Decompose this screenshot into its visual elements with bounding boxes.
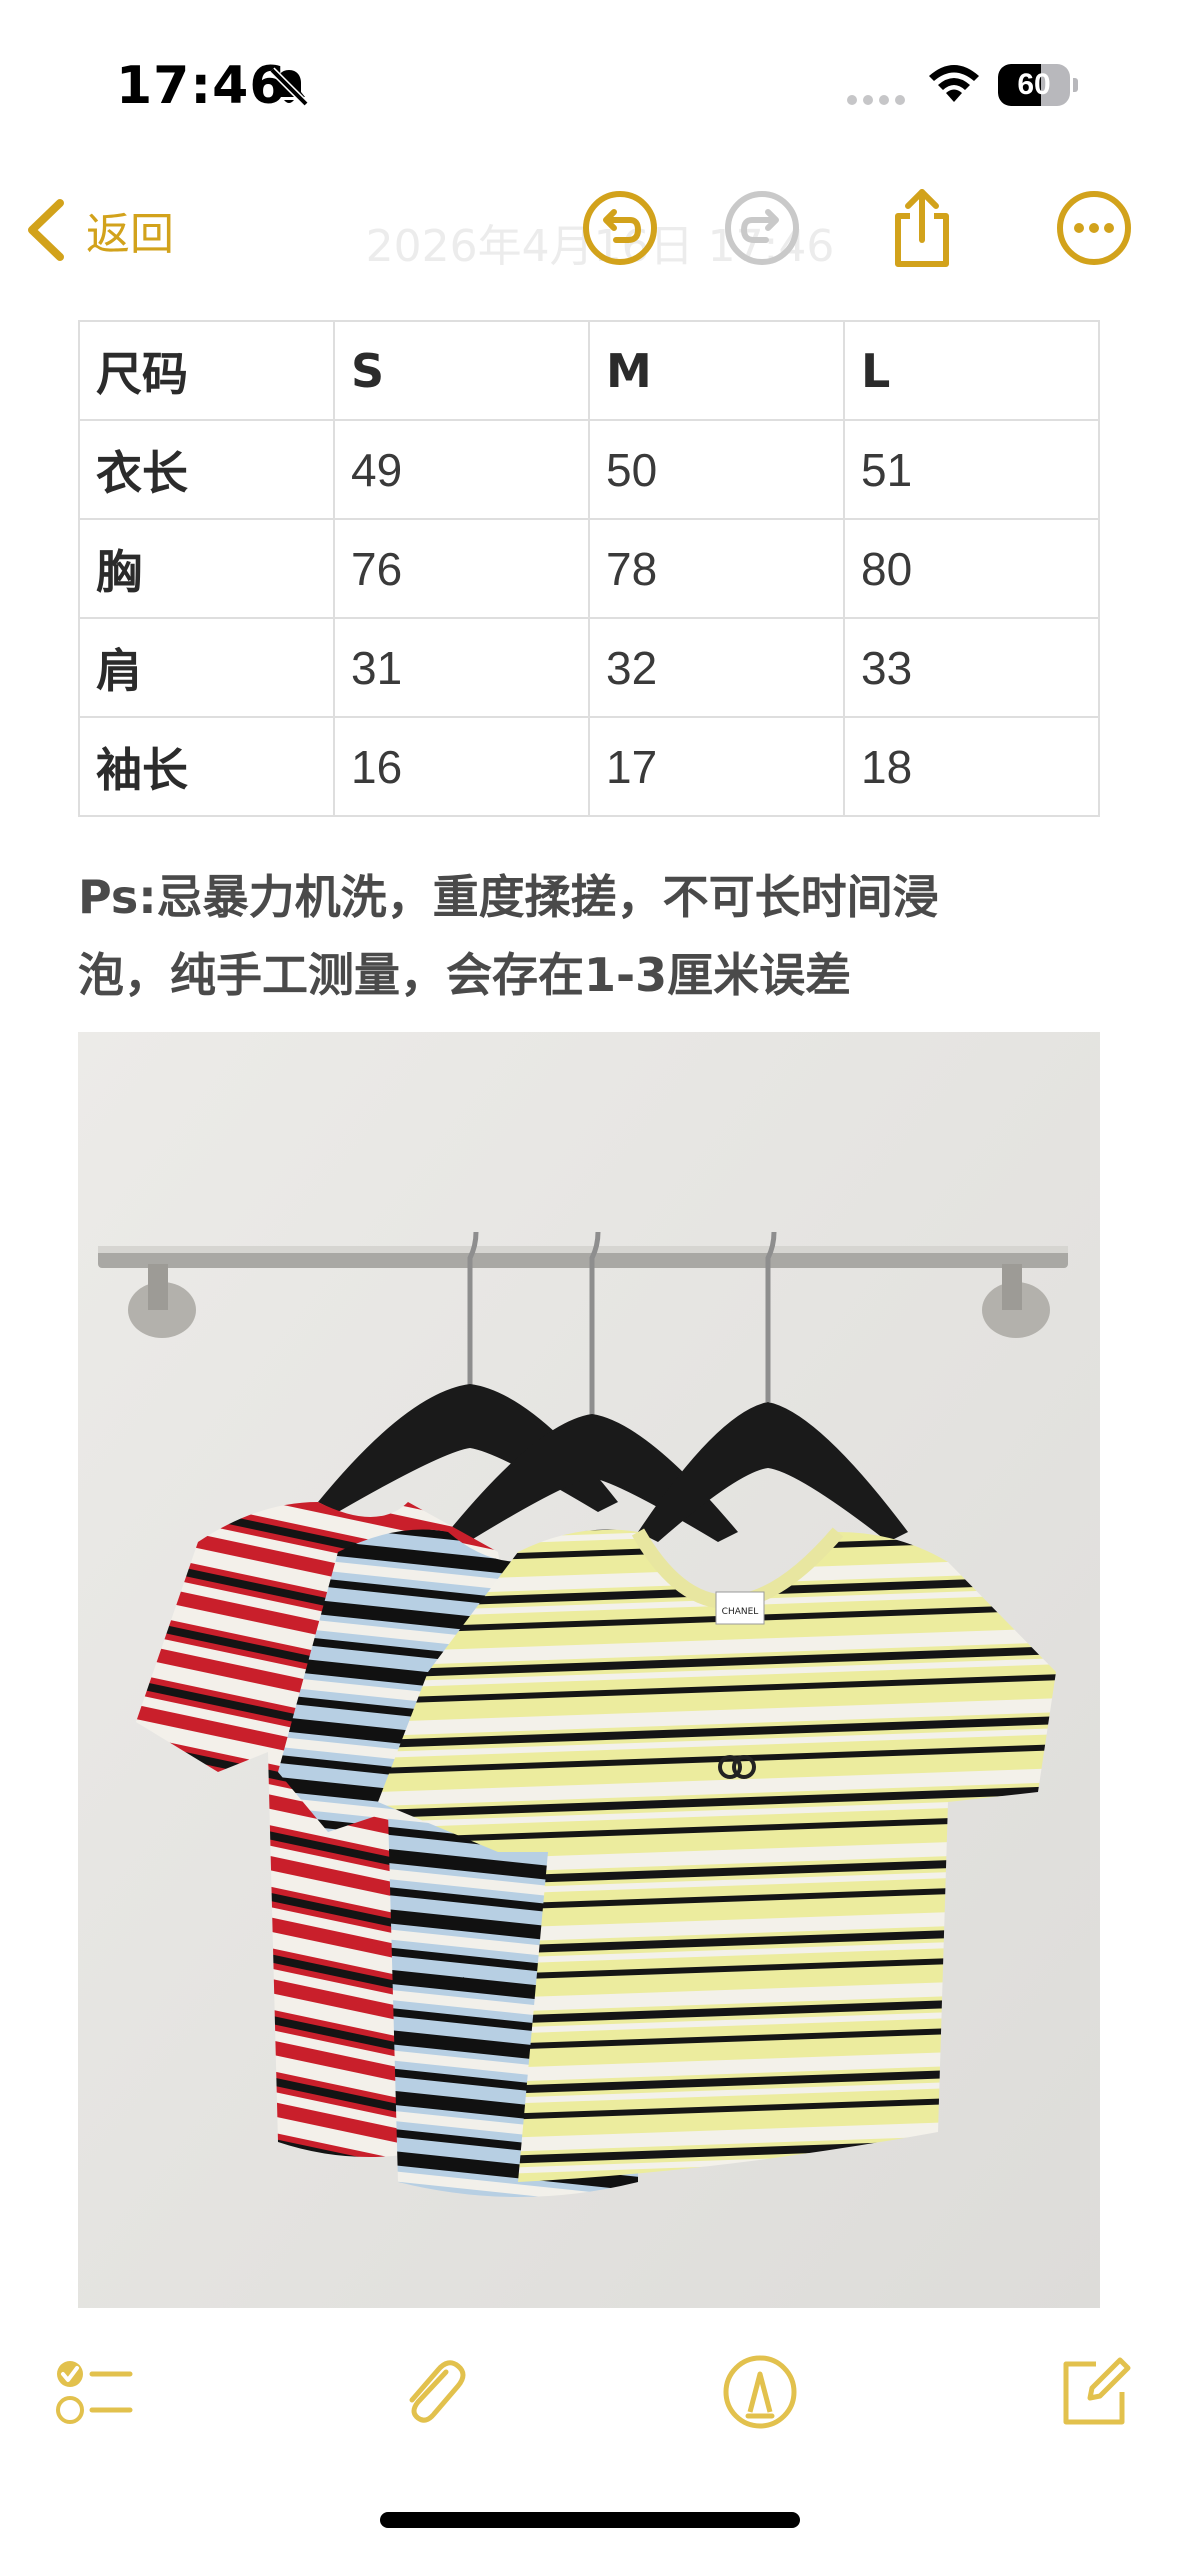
bottom-toolbar [0,2330,1179,2450]
chevron-left-icon [28,199,64,261]
product-photo-drawing: CHANEL [78,1032,1100,2308]
back-label: 返回 [86,209,174,260]
markup-pen-icon[interactable] [718,2350,802,2434]
nav-bar: 返回 2026年4月16日 17:46 [0,170,1179,290]
table-header-cell: L [843,320,1100,421]
home-indicator[interactable] [380,2512,800,2528]
table-row: 袖长 16 17 18 [78,716,1100,817]
table-row: 肩 31 32 33 [78,617,1100,718]
table-cell: 18 [843,716,1100,817]
table-cell: 衣长 [78,419,335,520]
table-cell: 17 [588,716,845,817]
table-cell: 50 [588,419,845,520]
checklist-icon[interactable] [50,2350,134,2434]
product-photo[interactable]: CHANEL [78,1032,1100,2308]
paperclip-icon[interactable] [390,2350,474,2434]
battery-indicator: 60 [998,64,1078,106]
back-button[interactable]: 返回 [22,192,174,268]
table-row: 衣长 49 50 51 [78,419,1100,520]
care-note-line: Ps:忌暴力机洗，重度揉搓，不可长时间浸 [78,870,939,924]
care-note: Ps:忌暴力机洗，重度揉搓，不可长时间浸 泡，纯手工测量，会存在1-3厘米误差 [78,858,1118,1014]
table-cell: 31 [333,617,590,718]
bell-slash-icon [269,67,309,107]
battery-percent: 60 [1017,68,1051,101]
table-cell: 78 [588,518,845,619]
table-cell: 袖长 [78,716,335,817]
compose-icon[interactable] [1052,2350,1136,2434]
status-time: 17:46 [116,56,287,116]
redo-icon[interactable] [720,186,804,270]
table-row: 尺码 S M L [78,320,1100,421]
table-cell: 肩 [78,617,335,718]
table-header-cell: 尺码 [78,320,335,421]
table-cell: 16 [333,716,590,817]
table-header-cell: S [333,320,590,421]
clothing-tag-text: CHANEL [722,1607,759,1617]
share-icon[interactable] [880,186,964,270]
undo-icon[interactable] [578,186,662,270]
table-cell: 49 [333,419,590,520]
table-cell: 32 [588,617,845,718]
table-cell: 76 [333,518,590,619]
table-row: 胸 76 78 80 [78,518,1100,619]
table-cell: 80 [843,518,1100,619]
wifi-icon [929,65,979,102]
table-cell: 胸 [78,518,335,619]
table-header-cell: M [588,320,845,421]
table-cell: 33 [843,617,1100,718]
size-table: 尺码 S M L 衣长 49 50 51 胸 76 78 80 肩 31 32 33 袖长 16 17 18 [78,320,1100,817]
signal-dots-icon [847,95,905,105]
more-icon[interactable] [1052,186,1136,270]
status-bar: 17:46 60 [0,0,1179,170]
table-cell: 51 [843,419,1100,520]
care-note-line: 泡，纯手工测量，会存在1-3厘米误差 [78,948,852,1002]
